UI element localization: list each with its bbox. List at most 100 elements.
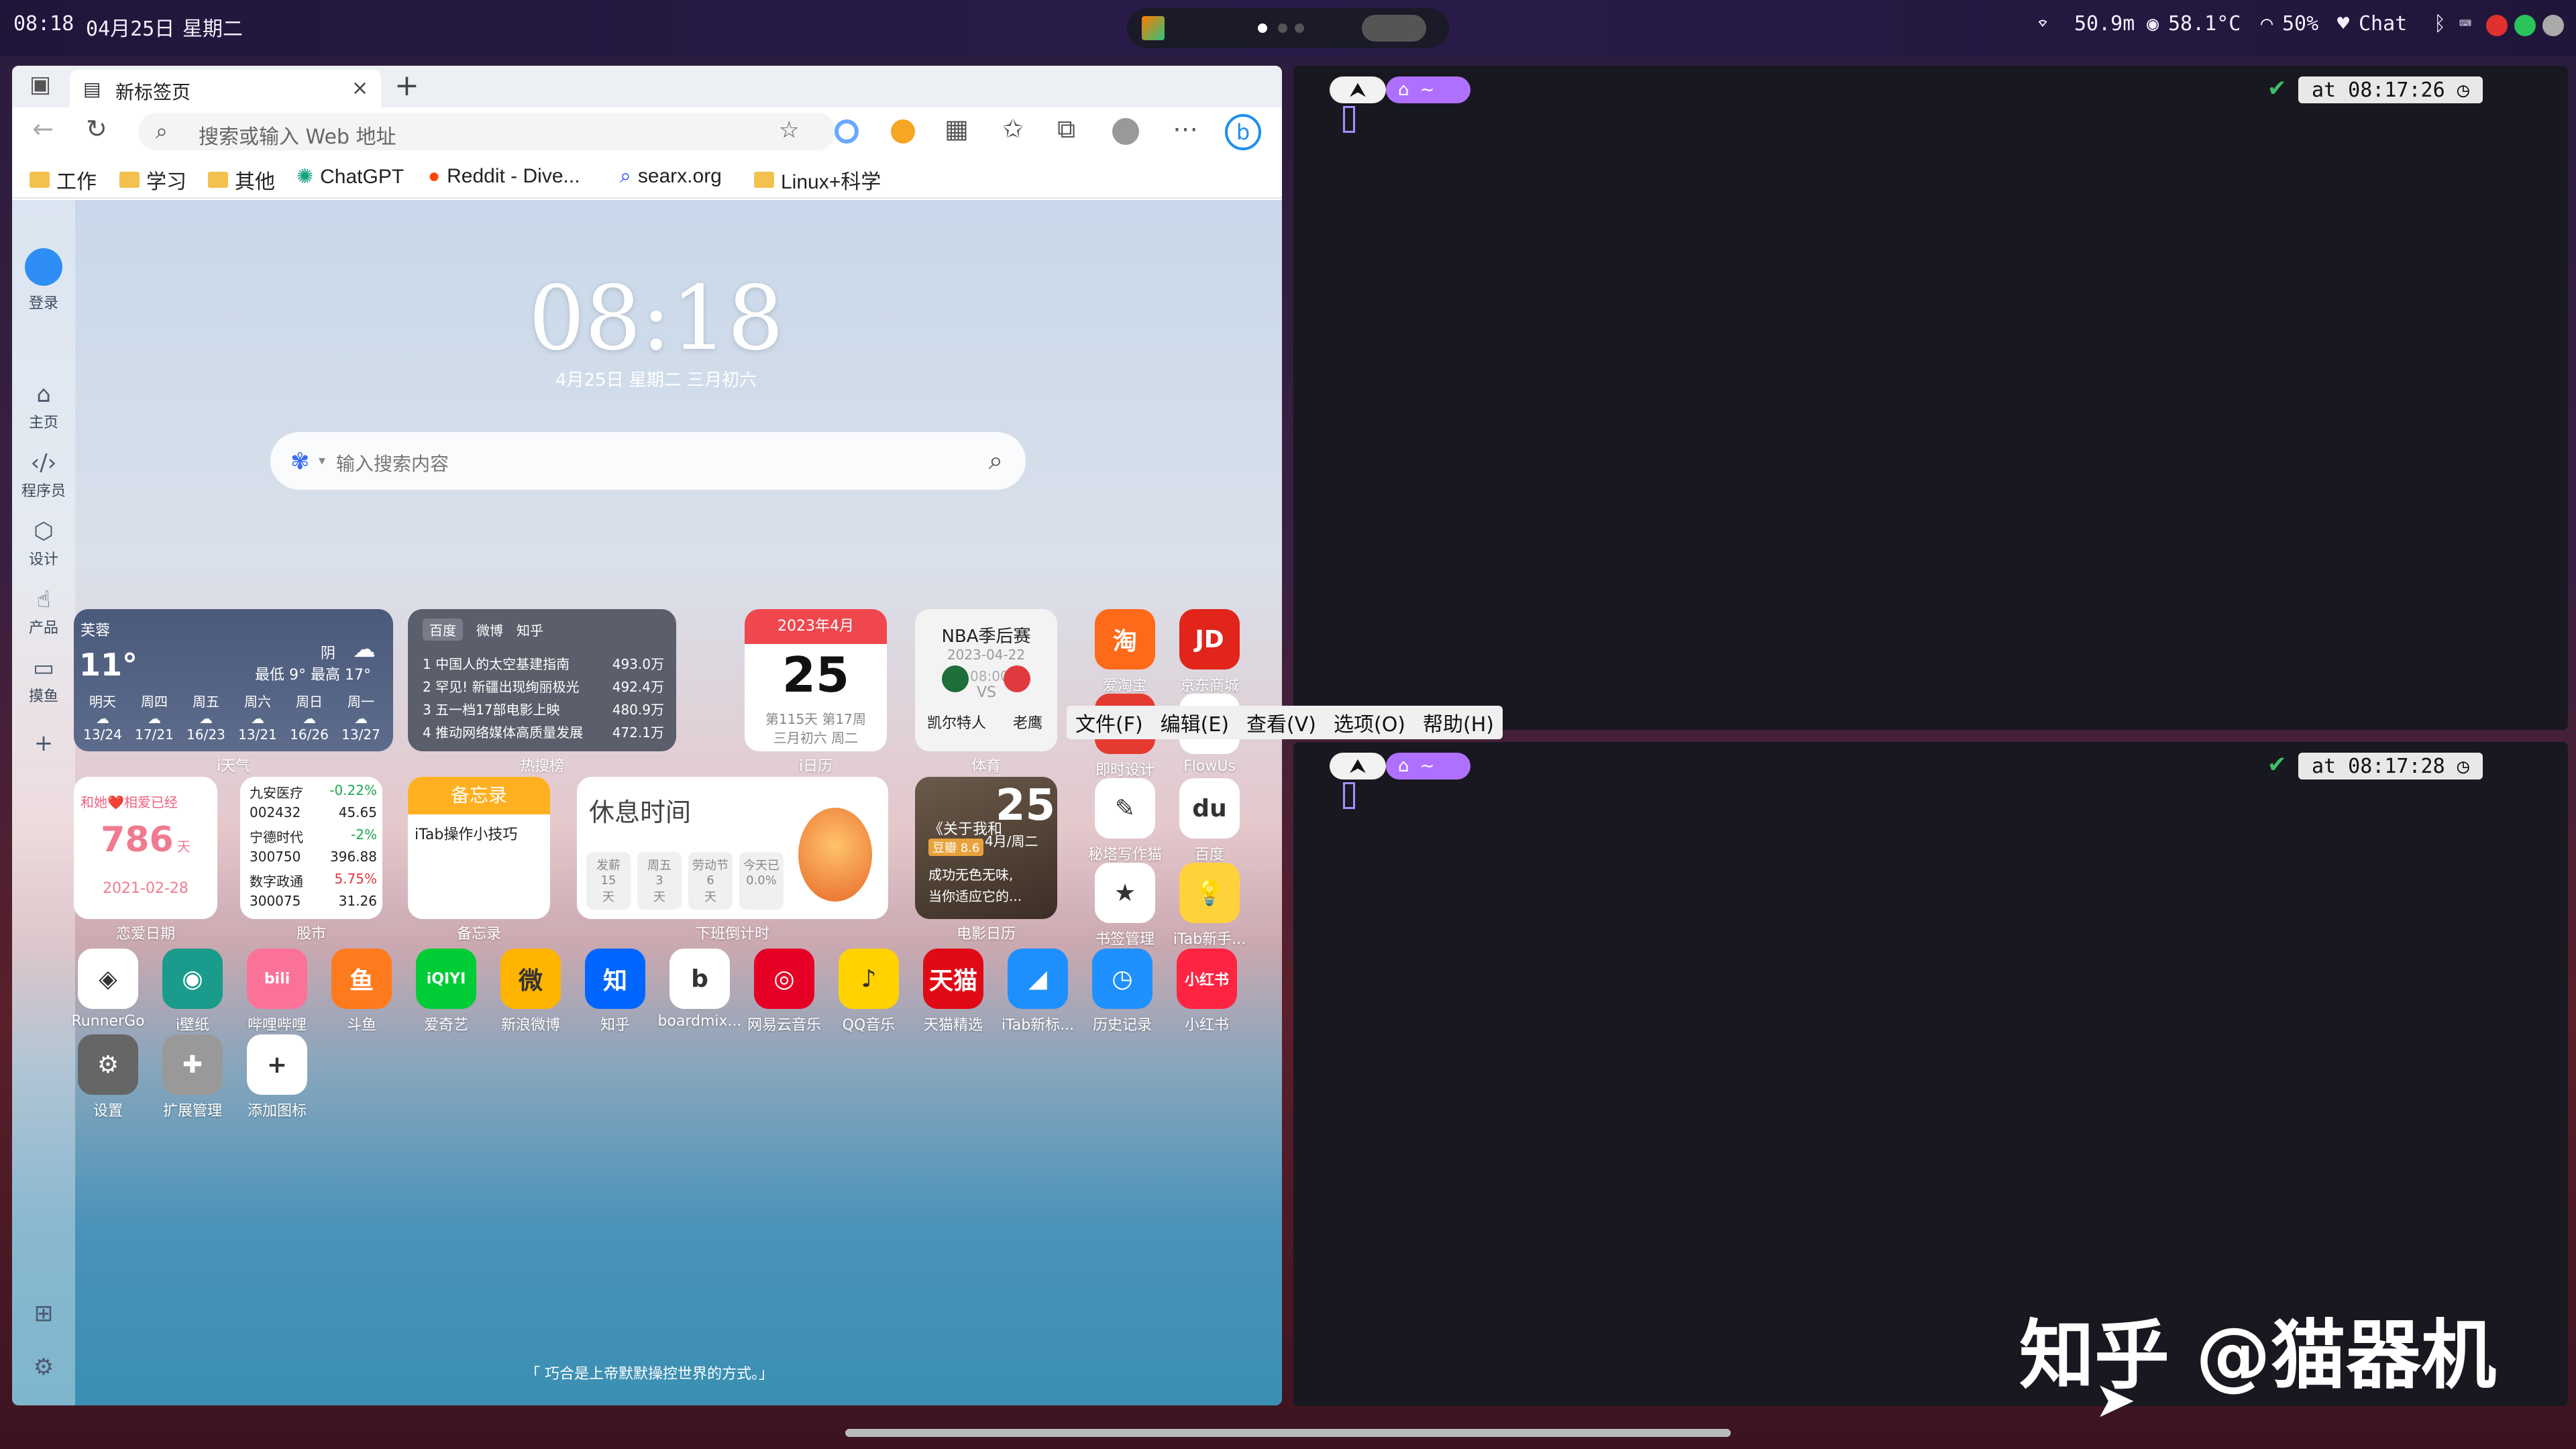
app-icon[interactable]: ♪	[839, 949, 899, 1009]
menu-view[interactable]: 查看(V)	[1246, 708, 1316, 737]
weather-widget[interactable]: 芙蓉 11° 阴 ☁ 最低 9° 最高 17° 明天 ☁ 13/24 周四 ☁ 17/21…	[74, 609, 393, 751]
tray-icon[interactable]	[2542, 15, 2564, 36]
app-icon[interactable]: 知	[585, 949, 645, 1009]
sidebar-item-design[interactable]: ⬡ 设计	[12, 518, 75, 569]
back-icon[interactable]: ←	[32, 114, 54, 144]
bookmark-chatgpt[interactable]: ✺ ChatGPT	[297, 165, 404, 189]
favorite-add-icon[interactable]: ☆	[779, 117, 799, 144]
movie-widget[interactable]: 25 4月/周二 《关于我和 豆瓣 8.6 成功无色无味, 当你适应它的...	[915, 777, 1057, 919]
workspace-dot[interactable]	[1258, 23, 1267, 33]
profile-avatar[interactable]	[1112, 118, 1139, 145]
app-icon[interactable]: iQIYI	[416, 949, 476, 1009]
workspace-dot[interactable]	[1295, 23, 1304, 33]
app-icon[interactable]: du	[1179, 778, 1240, 839]
sidebar-item-extra[interactable]: ⊞	[12, 1300, 75, 1330]
app-icon[interactable]	[1142, 16, 1165, 40]
app-icon[interactable]: ◷	[1092, 949, 1152, 1009]
sports-widget[interactable]: NBA季后赛 2023-04-22 08:00:00 VS 凯尔特人 老鹰	[915, 609, 1057, 751]
more-icon[interactable]: ⋯	[1173, 114, 1198, 144]
new-tab-button[interactable]: +	[394, 68, 419, 103]
search-icon[interactable]: ⌕	[989, 445, 1003, 476]
extension-icon[interactable]	[891, 119, 915, 144]
bookmark-folder[interactable]: 学习	[119, 165, 186, 195]
sidebar-item-login[interactable]: 登录	[12, 248, 75, 313]
hot-search-row[interactable]: 2 罕见! 新疆出现绚丽极光 492.4万	[423, 676, 664, 699]
stock-row[interactable]: 002432 45.65	[250, 804, 377, 826]
bookmark-folder[interactable]: 其他	[208, 165, 275, 195]
menu-edit[interactable]: 编辑(E)	[1161, 708, 1229, 737]
stock-row[interactable]: 数字政通 5.75%	[250, 871, 377, 893]
hot-search-widget[interactable]: 百度 微博 知乎 1 中国人的太空基建指南 493.0万 2 罕见! 新疆出现绚丽极…	[408, 609, 676, 751]
sidebar-item-home[interactable]: ⌂ 主页	[12, 381, 75, 432]
hot-tab-weibo[interactable]: 微博	[476, 619, 503, 641]
chat-label[interactable]: Chat	[2359, 12, 2407, 36]
hot-search-row[interactable]: 1 中国人的太空基建指南 493.0万	[423, 653, 664, 676]
bookmark-folder[interactable]: 工作	[30, 165, 97, 195]
collections-icon[interactable]: ⧉	[1057, 114, 1075, 144]
avatar-group[interactable]	[1362, 15, 1426, 42]
stock-row[interactable]: 300075 31.26	[250, 893, 377, 915]
terminal-pane-top[interactable]: ⮝ ⌂ ~ ✔ at 08:17:26 ◷	[1293, 66, 2568, 730]
app-icon[interactable]: 微	[500, 949, 561, 1009]
stock-row[interactable]: 宁德时代 -2%	[250, 826, 377, 849]
calendar-widget[interactable]: 2023年4月 25 第115天 第17周 三月初六 周二	[745, 609, 887, 751]
wechat-tray-icon[interactable]	[2514, 15, 2536, 36]
app-icon[interactable]: ◈	[78, 949, 138, 1009]
workspace-dot[interactable]	[1278, 23, 1287, 33]
favorites-icon[interactable]: ✩	[1002, 114, 1024, 144]
app-icon[interactable]: ★	[1095, 863, 1155, 923]
app-icon[interactable]: 💡	[1179, 863, 1240, 923]
sidebar-item-product[interactable]: ☝ 产品	[12, 586, 75, 637]
weibo-tray-icon[interactable]	[2486, 15, 2508, 36]
rest-countdown-widget[interactable]: 休息时间 发薪 15 天 周五 3 天 劳动节 6 天 今天已 0.0%	[577, 777, 888, 919]
menu-file[interactable]: 文件(F)	[1075, 708, 1143, 737]
stock-widget[interactable]: 九安医疗 -0.22% 002432 45.65 宁德时代 -2% 300750 396.88…	[240, 777, 382, 919]
menu-help[interactable]: 帮助(H)	[1423, 708, 1494, 737]
bookmark-reddit[interactable]: ● Reddit - Dive...	[428, 165, 580, 188]
app-icon[interactable]: ◢	[1008, 949, 1068, 1009]
address-bar[interactable]: ⌕ 搜索或输入 Web 地址 ☆	[138, 113, 836, 150]
chevron-down-icon[interactable]: ▾	[319, 452, 325, 468]
app-icon[interactable]: bili	[247, 949, 307, 1009]
app-icon[interactable]: 小红书	[1177, 949, 1237, 1009]
workspace-indicator[interactable]	[1127, 8, 1449, 48]
bookmark-folder[interactable]: Linux+科学	[754, 165, 881, 195]
love-widget[interactable]: 和她❤️相爱已经 786 天 2021-02-28	[74, 777, 217, 919]
hot-search-row[interactable]: 3 五一档17部电影上映 480.9万	[423, 699, 664, 722]
hot-search-row[interactable]: 4 推动网络媒体高质量发展 472.1万	[423, 722, 664, 745]
home-indicator[interactable]	[845, 1429, 1731, 1437]
app-icon[interactable]: ⚙	[78, 1034, 138, 1095]
close-icon[interactable]: ×	[352, 76, 368, 100]
bluetooth-icon[interactable]: ᛒ	[2434, 12, 2446, 36]
app-icon[interactable]: ✎	[1095, 778, 1155, 839]
hot-tab-baidu[interactable]: 百度	[423, 619, 463, 641]
memo-widget[interactable]: 备忘录 iTab操作小技巧	[408, 777, 550, 919]
baidu-paw-icon[interactable]: ✾	[290, 448, 310, 475]
app-icon[interactable]: b	[669, 949, 730, 1009]
search-box[interactable]: ✾ ▾ 输入搜索内容 ⌕	[270, 432, 1026, 490]
keyboard-icon[interactable]: ⌨	[2459, 12, 2471, 36]
app-icon[interactable]: 淘	[1095, 609, 1155, 669]
app-icon[interactable]: +	[247, 1034, 307, 1095]
bing-chat-icon[interactable]: b	[1225, 114, 1261, 150]
refresh-icon[interactable]: ↻	[86, 114, 107, 144]
app-icon[interactable]: 鱼	[331, 949, 392, 1009]
stock-row[interactable]: 九安医疗 -0.22%	[250, 782, 377, 804]
app-icon[interactable]: JD	[1179, 609, 1240, 669]
search-input[interactable]: 输入搜索内容	[336, 449, 449, 476]
stock-row[interactable]: 300750 396.88	[250, 849, 377, 871]
hot-tab-zhihu[interactable]: 知乎	[517, 619, 543, 641]
extension-icon[interactable]	[835, 119, 859, 144]
tab-actions-icon[interactable]: ▣	[30, 71, 51, 98]
extension-icon[interactable]: ▦	[945, 114, 969, 144]
app-icon[interactable]: ◎	[754, 949, 814, 1009]
sidebar-settings[interactable]: ⚙	[12, 1354, 75, 1383]
app-icon[interactable]: 天猫	[923, 949, 983, 1009]
sidebar-item-programmer[interactable]: ‹/› 程序员	[12, 449, 75, 500]
sidebar-item-slacking[interactable]: ▭ 摸鱼	[12, 655, 75, 706]
bookmark-searx[interactable]: ⌕ searx.org	[620, 165, 722, 188]
app-icon[interactable]: ✚	[162, 1034, 223, 1095]
add-category-button[interactable]: +	[12, 730, 75, 759]
app-icon[interactable]: ◉	[162, 949, 223, 1009]
tab-newtab[interactable]: ▤ 新标签页 ×	[70, 70, 381, 107]
